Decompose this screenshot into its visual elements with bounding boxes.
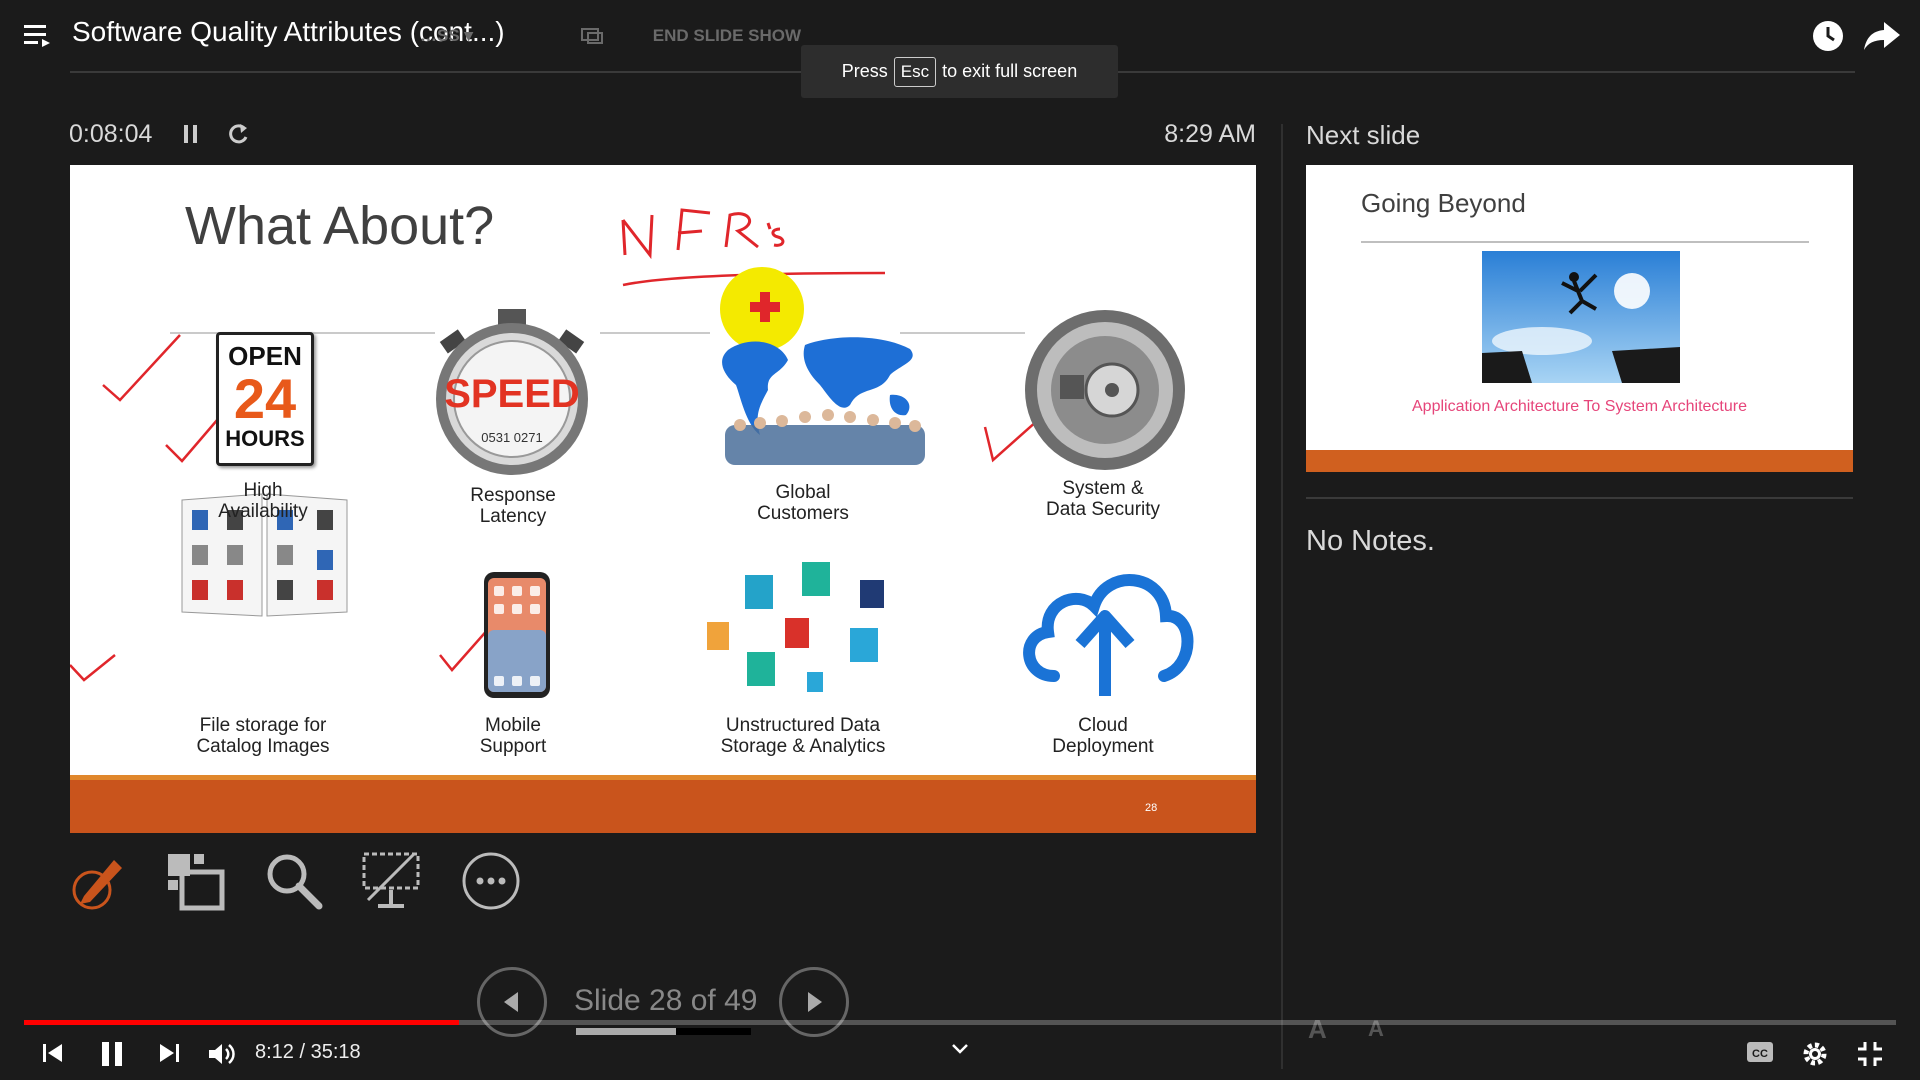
video-progress-played: [24, 1020, 459, 1025]
share-icon[interactable]: [1862, 20, 1902, 52]
label-line-2: Storage & Analytics: [720, 736, 886, 757]
vault-safe-icon: [1025, 310, 1185, 470]
end-slideshow-label: END SLIDE SHOW: [652, 26, 802, 45]
more-options-icon[interactable]: [460, 850, 522, 912]
see-all-slides-icon[interactable]: [164, 850, 226, 912]
volume-icon[interactable]: [207, 1040, 237, 1068]
tile-label-cloud-deployment: Cloud Deployment: [993, 715, 1213, 757]
label-line-1: System &: [1062, 478, 1144, 499]
slide-number: 28: [1145, 802, 1158, 814]
cloud-upload-icon: [1023, 574, 1194, 696]
notes-divider: [1306, 497, 1853, 499]
slide-footer-bar: [70, 780, 1256, 833]
tile-label-mobile-support: Mobile Support: [403, 715, 623, 757]
ink-N: [621, 214, 654, 260]
speed-text: SPEED: [444, 372, 580, 416]
chevron-down-icon[interactable]: [950, 1042, 970, 1056]
ink-F: [676, 208, 711, 251]
next-slide-label: Next slide: [1306, 120, 1421, 150]
label-line-2: Deployment: [1052, 736, 1154, 757]
ghost-menu-text: …SS ▾: [420, 26, 473, 45]
cliff-jump-image: [1482, 251, 1680, 383]
svg-text:CC: CC: [1752, 1048, 1768, 1060]
panel-divider: [1281, 124, 1283, 1069]
label-line-1: Response: [470, 485, 556, 506]
ink-Rs: [724, 212, 785, 249]
increase-font-button[interactable]: A: [1308, 1014, 1327, 1045]
label-line-2: Support: [479, 736, 547, 757]
settings-gear-icon[interactable]: [1801, 1040, 1829, 1068]
tile-label-high-availability: High Availability: [153, 480, 373, 522]
next-slide-caption: Application Architecture To System Archi…: [1412, 398, 1747, 415]
label-line-2: Customers: [757, 503, 849, 524]
toast-suffix: to exit full screen: [942, 61, 1078, 81]
slide-counter[interactable]: Slide 28 of 49: [574, 984, 757, 1018]
open-24-hours-icon: OPEN 24 HOURS: [216, 332, 314, 466]
pause-video-icon[interactable]: [98, 1040, 126, 1068]
toast-key: Esc: [893, 56, 937, 87]
label-line-2: Data Security: [1045, 499, 1161, 520]
pen-tool-icon[interactable]: [66, 850, 128, 912]
speed-stopwatch-icon: SPEED 0531 0271: [436, 309, 588, 475]
tile-label-file-storage: File storage for Catalog Images: [153, 715, 373, 757]
label-line-1: Mobile: [485, 715, 541, 736]
captions-icon[interactable]: CC: [1746, 1040, 1774, 1064]
label-line-2: Latency: [479, 506, 547, 527]
restart-timer-icon[interactable]: [225, 120, 251, 148]
elapsed-timer: 0:08:04: [69, 120, 153, 148]
next-video-icon[interactable]: [156, 1040, 182, 1066]
next-slide-title: Going Beyond: [1361, 188, 1526, 218]
toast-prefix: Press: [841, 61, 888, 81]
sign-24-text: 24: [233, 367, 297, 430]
label-line-1: Global: [775, 482, 831, 503]
playlist-menu-icon[interactable]: [24, 22, 54, 50]
exit-fullscreen-icon[interactable]: [1856, 1040, 1884, 1068]
previous-video-icon[interactable]: [40, 1040, 66, 1066]
file-documents-icon: [707, 562, 884, 692]
world-map-people-icon: [720, 267, 925, 465]
video-progress-bar[interactable]: [24, 1020, 1896, 1025]
current-slide: What About? OPEN 24 HOURS SPEED 0531 027…: [70, 165, 1256, 833]
ink-check-1: [102, 334, 181, 402]
black-screen-icon[interactable]: [360, 850, 422, 912]
label-line-1: High: [243, 480, 283, 501]
label-line-1: Unstructured Data: [725, 715, 881, 736]
zoom-slide-icon[interactable]: [263, 850, 325, 912]
tile-label-global-customers: Global Customers: [693, 482, 913, 524]
watch-later-icon[interactable]: [1810, 18, 1846, 54]
sign-hours-text: HOURS: [225, 426, 305, 451]
next-slide-button[interactable]: [779, 967, 849, 1037]
end-slideshow-ghost: END SLIDE SHOW: [580, 26, 801, 47]
next-slide-rule: [1361, 241, 1809, 243]
label-line-2: Availability: [218, 501, 308, 522]
label-line-1: Cloud: [1078, 715, 1128, 736]
slide-progress-fill: [576, 1028, 676, 1035]
next-slide-footer: [1306, 450, 1853, 472]
clock-time: 8:29 AM: [1164, 120, 1256, 148]
label-line-2: Catalog Images: [196, 736, 330, 757]
previous-slide-button[interactable]: [477, 967, 547, 1037]
tile-label-unstructured-data: Unstructured Data Storage & Analytics: [693, 715, 913, 757]
slide-progress-bar: [576, 1028, 751, 1035]
tile-label-response-latency: Response Latency: [403, 485, 623, 527]
ink-check-4: [70, 654, 116, 682]
pause-timer-icon[interactable]: [181, 122, 201, 146]
speaker-notes: No Notes.: [1306, 525, 1435, 557]
tile-label-data-security: System & Data Security: [993, 478, 1213, 520]
video-time: 8:12 / 35:18: [255, 1041, 361, 1063]
label-line-1: File storage for: [199, 715, 327, 736]
dial-text: 0531 0271: [481, 430, 542, 445]
fullscreen-toast: Press Esc to exit full screen: [801, 45, 1118, 98]
next-slide-preview[interactable]: Going Beyond Application Architecture To…: [1306, 165, 1853, 472]
smartphone-icon: [484, 572, 550, 698]
